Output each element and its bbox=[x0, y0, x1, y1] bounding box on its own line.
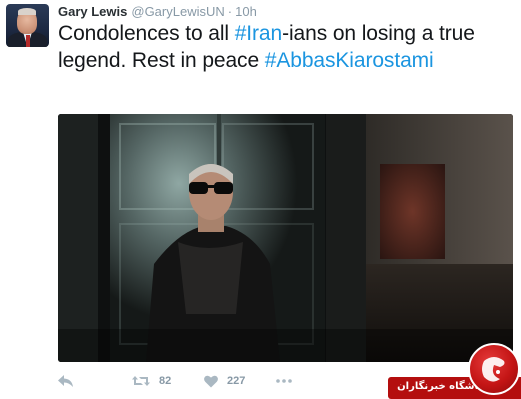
hashtag-iran[interactable]: #Iran bbox=[235, 22, 282, 45]
watermark-logo: باشگاه خبرنگاران bbox=[380, 337, 521, 399]
tweet-photo[interactable] bbox=[58, 114, 513, 362]
more-button[interactable] bbox=[276, 372, 292, 390]
like-button[interactable]: 227 bbox=[204, 372, 245, 390]
hashtag-abbaskiarostami[interactable]: #AbbasKiarostami bbox=[265, 49, 434, 72]
author-handle[interactable]: @GaryLewisUN bbox=[131, 4, 224, 19]
photo-illustration bbox=[58, 114, 513, 362]
tweet[interactable]: Gary Lewis @GaryLewisUN · 10h Condolences t… bbox=[0, 0, 521, 399]
reply-icon bbox=[58, 374, 73, 388]
tweet-text: Condolences to all #Iran-ians on losing … bbox=[58, 20, 513, 74]
separator: · bbox=[227, 4, 233, 19]
like-count: 227 bbox=[227, 375, 246, 387]
tweet-header: Gary Lewis @GaryLewisUN · 10h bbox=[58, 4, 257, 20]
tweet-actions: 82 227 bbox=[58, 372, 358, 392]
tweet-text-part1: Condolences to all bbox=[58, 22, 235, 45]
avatar[interactable] bbox=[6, 4, 49, 47]
reply-button[interactable] bbox=[58, 372, 73, 390]
author-name[interactable]: Gary Lewis bbox=[58, 4, 127, 19]
avatar-tie bbox=[26, 35, 30, 47]
more-icon bbox=[276, 379, 292, 383]
heart-icon bbox=[204, 375, 218, 388]
tweet-time[interactable]: 10h bbox=[235, 4, 257, 19]
retweet-button[interactable]: 82 bbox=[132, 372, 171, 390]
retweet-count: 82 bbox=[159, 375, 172, 387]
watermark-emblem-icon bbox=[468, 343, 520, 395]
retweet-icon bbox=[132, 375, 150, 387]
avatar-hair bbox=[18, 8, 36, 15]
